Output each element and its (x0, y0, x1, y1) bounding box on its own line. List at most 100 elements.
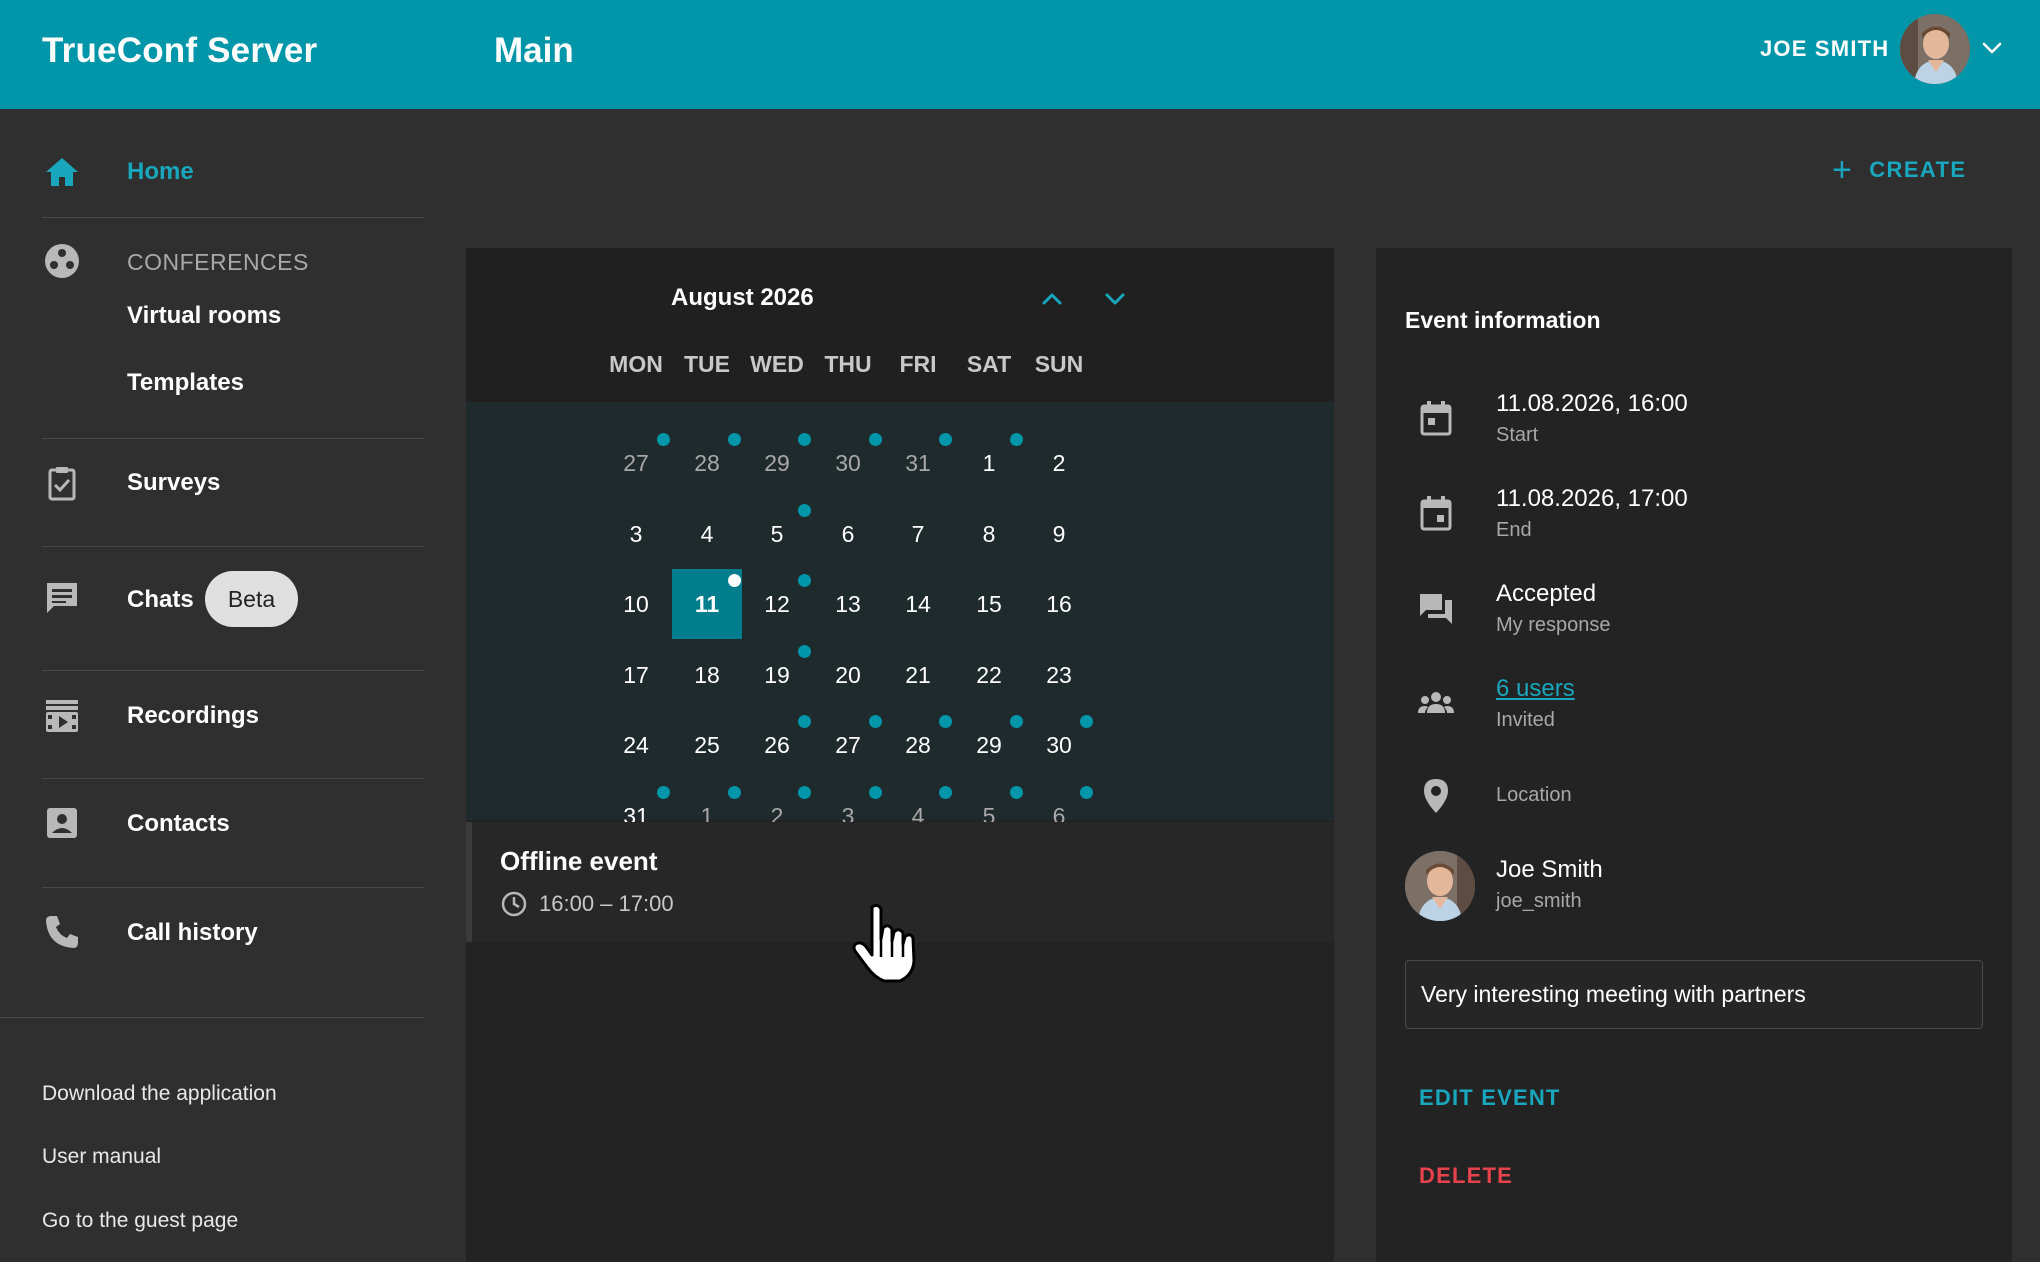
calendar-day[interactable]: 21 (883, 640, 953, 710)
sidebar-item-label: Call history (127, 919, 258, 946)
calendar-day[interactable]: 4 (672, 499, 742, 569)
phone-icon (46, 916, 78, 948)
owner-name: Joe Smith (1496, 856, 1603, 883)
event-indicator-dot (939, 786, 952, 799)
calendar-grid: 27 28 29 30 31 1 2 3 4 5 6 7 8 9 10 11 12 13 14 15 16 17 18 19 2… (466, 402, 1334, 829)
divider (0, 1017, 424, 1018)
chevron-down-icon[interactable] (1980, 36, 2004, 60)
sidebar-item-templates[interactable]: Templates (127, 369, 244, 397)
calendar-day[interactable]: 22 (954, 640, 1024, 710)
sidebar-item-label: Surveys (127, 469, 221, 496)
beta-badge: Beta (205, 571, 298, 627)
event-title: Offline event (500, 846, 658, 876)
calendar-day[interactable]: 10 (601, 569, 671, 639)
calendar-day[interactable]: 6 (813, 499, 883, 569)
sidebar-item-label: Chats (127, 586, 194, 613)
user-avatar[interactable] (1900, 14, 1970, 84)
event-info-panel: Event information 11.08.2026, 16:00 Star… (1376, 248, 2012, 1262)
calendar-day[interactable]: 7 (883, 499, 953, 569)
user-manual-link[interactable]: User manual (42, 1145, 161, 1169)
event-indicator-dot (798, 503, 811, 517)
conferences-icon (45, 244, 79, 278)
calendar-day[interactable]: 8 (954, 499, 1024, 569)
create-label: CREATE (1869, 157, 1967, 182)
calendar-day[interactable]: 14 (883, 569, 953, 639)
weekday-label: FRI (899, 351, 937, 377)
guest-page-link[interactable]: Go to the guest page (42, 1209, 238, 1233)
start-label: Start (1496, 424, 1539, 446)
calendar-panel: August 2026 MON TUE WED THU FRI SAT SUN 27 28 29… (466, 248, 1334, 1262)
owner-login: joe_smith (1496, 890, 1582, 912)
divider (42, 217, 424, 218)
invited-users-link[interactable]: 6 users (1496, 675, 1575, 703)
invited-row: 6 users Invited (1376, 671, 2012, 741)
calendar-start-icon (1420, 401, 1452, 436)
response-row: Accepted My response (1376, 574, 2012, 644)
calendar-header: August 2026 MON TUE WED THU FRI SAT SUN (466, 248, 1334, 402)
event-indicator-dot (798, 433, 811, 446)
page-title: Main (494, 31, 574, 70)
calendar-end-icon (1420, 496, 1452, 531)
divider (42, 778, 424, 779)
event-indicator-dot (657, 786, 670, 799)
event-indicator-dot (798, 644, 811, 658)
invited-label: Invited (1496, 709, 1555, 731)
forum-icon (1420, 594, 1452, 624)
sidebar-item-label: Contacts (127, 810, 230, 837)
divider (42, 438, 424, 439)
section-label: CONFERENCES (127, 249, 309, 275)
calendar-day[interactable]: 3 (601, 499, 671, 569)
brand-title[interactable]: TrueConf Server (42, 31, 317, 71)
calendar-day[interactable]: 13 (813, 569, 883, 639)
home-icon (46, 158, 78, 186)
event-indicator-dot (869, 433, 882, 446)
plus-icon: + (1832, 151, 1854, 189)
event-indicator-dot (798, 786, 811, 799)
divider (42, 546, 424, 547)
event-indicator-dot (657, 433, 670, 446)
weekday-label: SAT (966, 351, 1012, 377)
delete-event-button[interactable]: DELETE (1419, 1163, 1513, 1189)
info-title: Event information (1405, 307, 1601, 333)
weekday-label: SUN (1034, 351, 1084, 377)
chevron-up-icon[interactable] (1038, 285, 1066, 313)
response-label: My response (1496, 614, 1611, 636)
event-description: Very interesting meeting with partners (1405, 960, 1983, 1029)
avatar-photo (1405, 851, 1475, 921)
owner-avatar (1405, 851, 1475, 921)
start-value: 11.08.2026, 16:00 (1496, 390, 1688, 417)
event-indicator-dot (869, 786, 882, 799)
calendar-day[interactable]: 2 (1024, 428, 1094, 498)
recordings-icon (46, 700, 78, 732)
contacts-icon (47, 808, 77, 838)
sidebar-item-label: Recordings (127, 702, 260, 729)
edit-event-button[interactable]: EDIT EVENT (1419, 1085, 1561, 1111)
calendar-day[interactable]: 9 (1024, 499, 1094, 569)
create-button[interactable]: + CREATE (1832, 152, 1966, 188)
weekday-label: MON (609, 351, 663, 377)
weekday-label: TUE (684, 351, 730, 377)
weekday-label: THU (824, 351, 872, 377)
calendar-day[interactable]: 18 (672, 640, 742, 710)
divider (42, 887, 424, 888)
sidebar-item-label: Home (127, 158, 194, 185)
clock-icon (501, 891, 527, 917)
user-name[interactable]: JOE SMITH (1760, 36, 1889, 62)
location-pin-icon (1424, 779, 1448, 813)
divider (42, 670, 424, 671)
clipboard-check-icon (48, 467, 76, 501)
sidebar-item-virtual-rooms[interactable]: Virtual rooms (127, 302, 281, 330)
chevron-down-icon[interactable] (1101, 285, 1129, 313)
calendar-day[interactable]: 17 (601, 640, 671, 710)
event-indicator-dot (1010, 786, 1023, 799)
calendar-day[interactable]: 15 (954, 569, 1024, 639)
location-label: Location (1496, 784, 1572, 806)
calendar-day[interactable]: 16 (1024, 569, 1094, 639)
calendar-day[interactable]: 20 (813, 640, 883, 710)
calendar-day[interactable]: 24 (601, 710, 671, 780)
end-label: End (1496, 519, 1532, 541)
calendar-day[interactable]: 23 (1024, 640, 1094, 710)
calendar-month: August 2026 (671, 284, 814, 311)
download-app-link[interactable]: Download the application (42, 1082, 277, 1106)
calendar-day[interactable]: 25 (672, 710, 742, 780)
